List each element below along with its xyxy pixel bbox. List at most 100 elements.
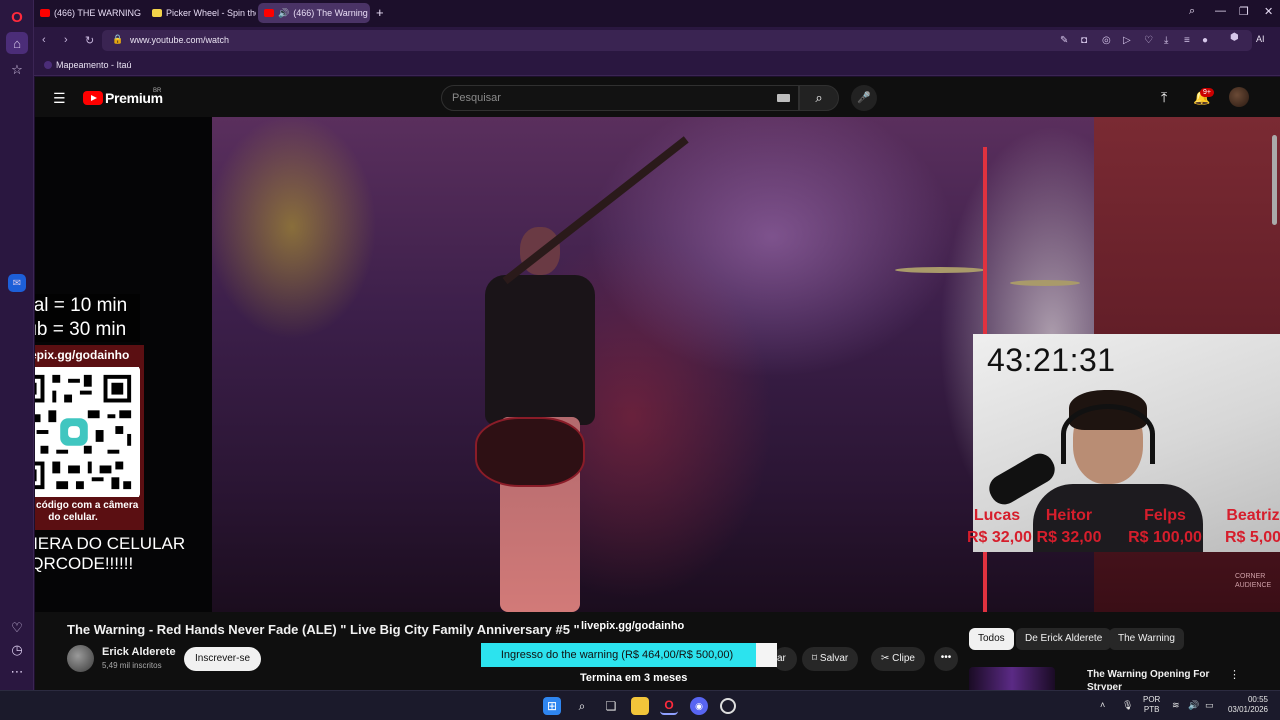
donor-name: Lucas [973,507,1021,524]
volume-icon[interactable]: 🔊 [1188,700,1199,711]
time: 00:55 [1247,695,1268,704]
microphone-icon: 🎤 [857,92,871,104]
donation-goal-bar: Ingresso do the warning (R$ 464,00/R$ 50… [481,643,777,667]
search-tabs-icon[interactable]: ⌕ [1189,5,1195,18]
screen: O ⌂ ☆ ✉ ♡ ◷ ⋯ (466) THE WARNING FULL Pic… [0,0,1280,720]
youtube-logo-icon[interactable] [83,91,103,105]
youtube-icon [264,9,274,17]
clock[interactable]: 00:55 03/01/2026 [1226,695,1268,715]
new-tab-button[interactable]: + [376,5,384,20]
youtube-icon [40,9,50,17]
edit-icon[interactable]: ✎ [1060,35,1068,46]
battery-icon[interactable]: ▭ [1205,700,1214,711]
forward-icon[interactable]: › [64,34,68,46]
video-player[interactable]: 1 real = 10 min 1 sub = 30 min livepix.g… [35,117,1280,612]
rate-real: 1 real = 10 min [35,294,140,318]
youtube-page: ☰ Premium BR Pesquisar ⌕ 🎤 ⤒ 🔔 9+ al = 1… [35,77,1280,690]
bookmarks-bar: Mapeamento - Itaú [34,54,1280,76]
menu-icon[interactable]: ≡ [1184,35,1190,46]
upload-icon[interactable]: ⤒ [1161,89,1167,106]
minimize-button[interactable]: — [1215,5,1226,17]
voice-search-button[interactable]: 🎤 [851,85,877,111]
qr-caption: leia o código com a câmera do celular. [35,500,139,523]
chip-todos[interactable]: Todos [969,628,1014,650]
opera-icon[interactable]: O [660,697,678,715]
messenger-icon[interactable]: ✉ [8,274,26,292]
bookmark-icon [44,61,52,69]
account-avatar[interactable] [1229,87,1249,107]
maximize-button[interactable]: ❐ [1239,5,1249,18]
cymbal [1010,280,1080,286]
wifi-icon[interactable]: ≋ [1172,700,1180,711]
tray-overflow-icon[interactable]: ˄ [1100,700,1105,710]
scissors-icon: ✂ [881,653,890,664]
heart-icon[interactable]: ♡ [1144,35,1153,46]
home-icon[interactable]: ⌂ [6,32,28,54]
address-bar: ‹ › ↻ 🔒 www.youtube.com/watch ✎ ◘ ◎ ▷ ♡ … [34,27,1280,54]
lock-icon[interactable]: 🔒 [112,34,123,45]
chip-erick-alderete[interactable]: De Erick Alderete [1016,628,1112,650]
opera-menu-icon[interactable]: O [6,6,28,28]
keyboard-layout: PTB [1143,705,1160,714]
reload-icon[interactable]: ↻ [85,34,94,47]
back-icon[interactable]: ‹ [42,34,46,46]
ai-button[interactable]: AI [1256,34,1265,44]
discord-icon[interactable]: ◉ [690,697,708,715]
more-actions-button[interactable]: ••• [934,647,958,671]
bookmark-mapeamento[interactable]: Mapeamento - Itaú [56,60,132,70]
file-explorer-icon[interactable] [631,697,649,715]
obs-icon[interactable] [720,698,736,714]
start-icon[interactable]: ⊞ [543,697,561,715]
tab-picker-wheel[interactable]: Picker Wheel - Spin the W [146,3,256,23]
share-label-partial: ar [777,653,786,664]
performer-body [485,275,595,425]
task-view-icon[interactable]: ❏ [602,697,620,715]
tab-warning-active[interactable]: 🔊 (466) The Warning - R [258,3,370,23]
windows-taskbar: ⊞ ⌕ ❏ O ◉ ˄ 🎙 POR PTB ≋ 🔊 ▭ 00:55 03/01/… [0,690,1280,720]
goal-url: livepix.gg/godainho [581,620,685,632]
channel-name[interactable]: Erick Alderete [102,646,176,658]
recommendation-title[interactable]: The Warning Opening For Stryper [1087,668,1217,690]
search-button[interactable]: ⌕ [799,85,839,111]
speaker-icon[interactable]: 🔊 [278,8,289,19]
qr-code [35,367,140,497]
chip-the-warning[interactable]: The Warning [1109,628,1184,650]
search-icon[interactable]: ⌕ [573,697,591,715]
clip-button[interactable]: ✂ Clipe [871,647,925,671]
extensions-icon[interactable]: ⬢ [1230,32,1239,43]
search-placeholder: Pesquisar [452,92,501,104]
url-text[interactable]: www.youtube.com/watch [130,35,229,45]
recommendation-menu-icon[interactable]: ⋮ [1229,668,1240,681]
heart-icon[interactable]: ♡ [6,617,28,639]
channel-avatar[interactable] [67,645,94,672]
page-scrollbar[interactable] [1272,135,1277,225]
close-button[interactable]: ✕ [1264,5,1273,18]
more-icon: ••• [940,652,952,663]
microphone-tray-icon[interactable]: 🎙 [1122,700,1133,711]
donor-entry: Lucas R$ 32,00 [967,505,1032,549]
clip-label: Clipe [892,653,915,664]
keyboard-icon[interactable] [777,94,790,102]
history-icon[interactable]: ◷ [6,639,28,661]
concert-scene [212,117,1094,612]
profile-icon[interactable]: ● [1202,35,1208,46]
download-icon[interactable]: ⤓ [1164,35,1168,46]
livepix-qr-panel: livepix.gg/godainho [35,345,144,530]
camera-icon[interactable]: ◘ [1081,35,1087,46]
input-language[interactable]: POR PTB [1143,695,1160,715]
goal-ends: Termina em 3 meses [580,672,688,684]
url-field[interactable]: 🔒 www.youtube.com/watch ✎ ◘ ◎ ▷ ♡ ⤓ ≡ ● [102,30,1252,51]
hamburger-menu-icon[interactable]: ☰ [53,90,66,107]
search-input[interactable]: Pesquisar [441,85,799,111]
donor-name: Beatriz [1226,507,1280,524]
rate-sub: 1 sub = 30 min [35,318,140,342]
save-button[interactable]: ⌑ Salvar [802,647,859,671]
donor-amount: R$ 32,00 [1036,529,1102,546]
more-icon[interactable]: ⋯ [6,661,28,683]
vpn-icon[interactable]: ◎ [1102,35,1111,46]
star-icon[interactable]: ☆ [6,59,28,81]
play-icon[interactable]: ▷ [1123,35,1131,46]
subscribe-button[interactable]: Inscrever-se [184,647,262,671]
tab-warning-full[interactable]: (466) THE WARNING FULL [34,3,144,23]
recommendation-thumbnail[interactable] [969,667,1055,690]
